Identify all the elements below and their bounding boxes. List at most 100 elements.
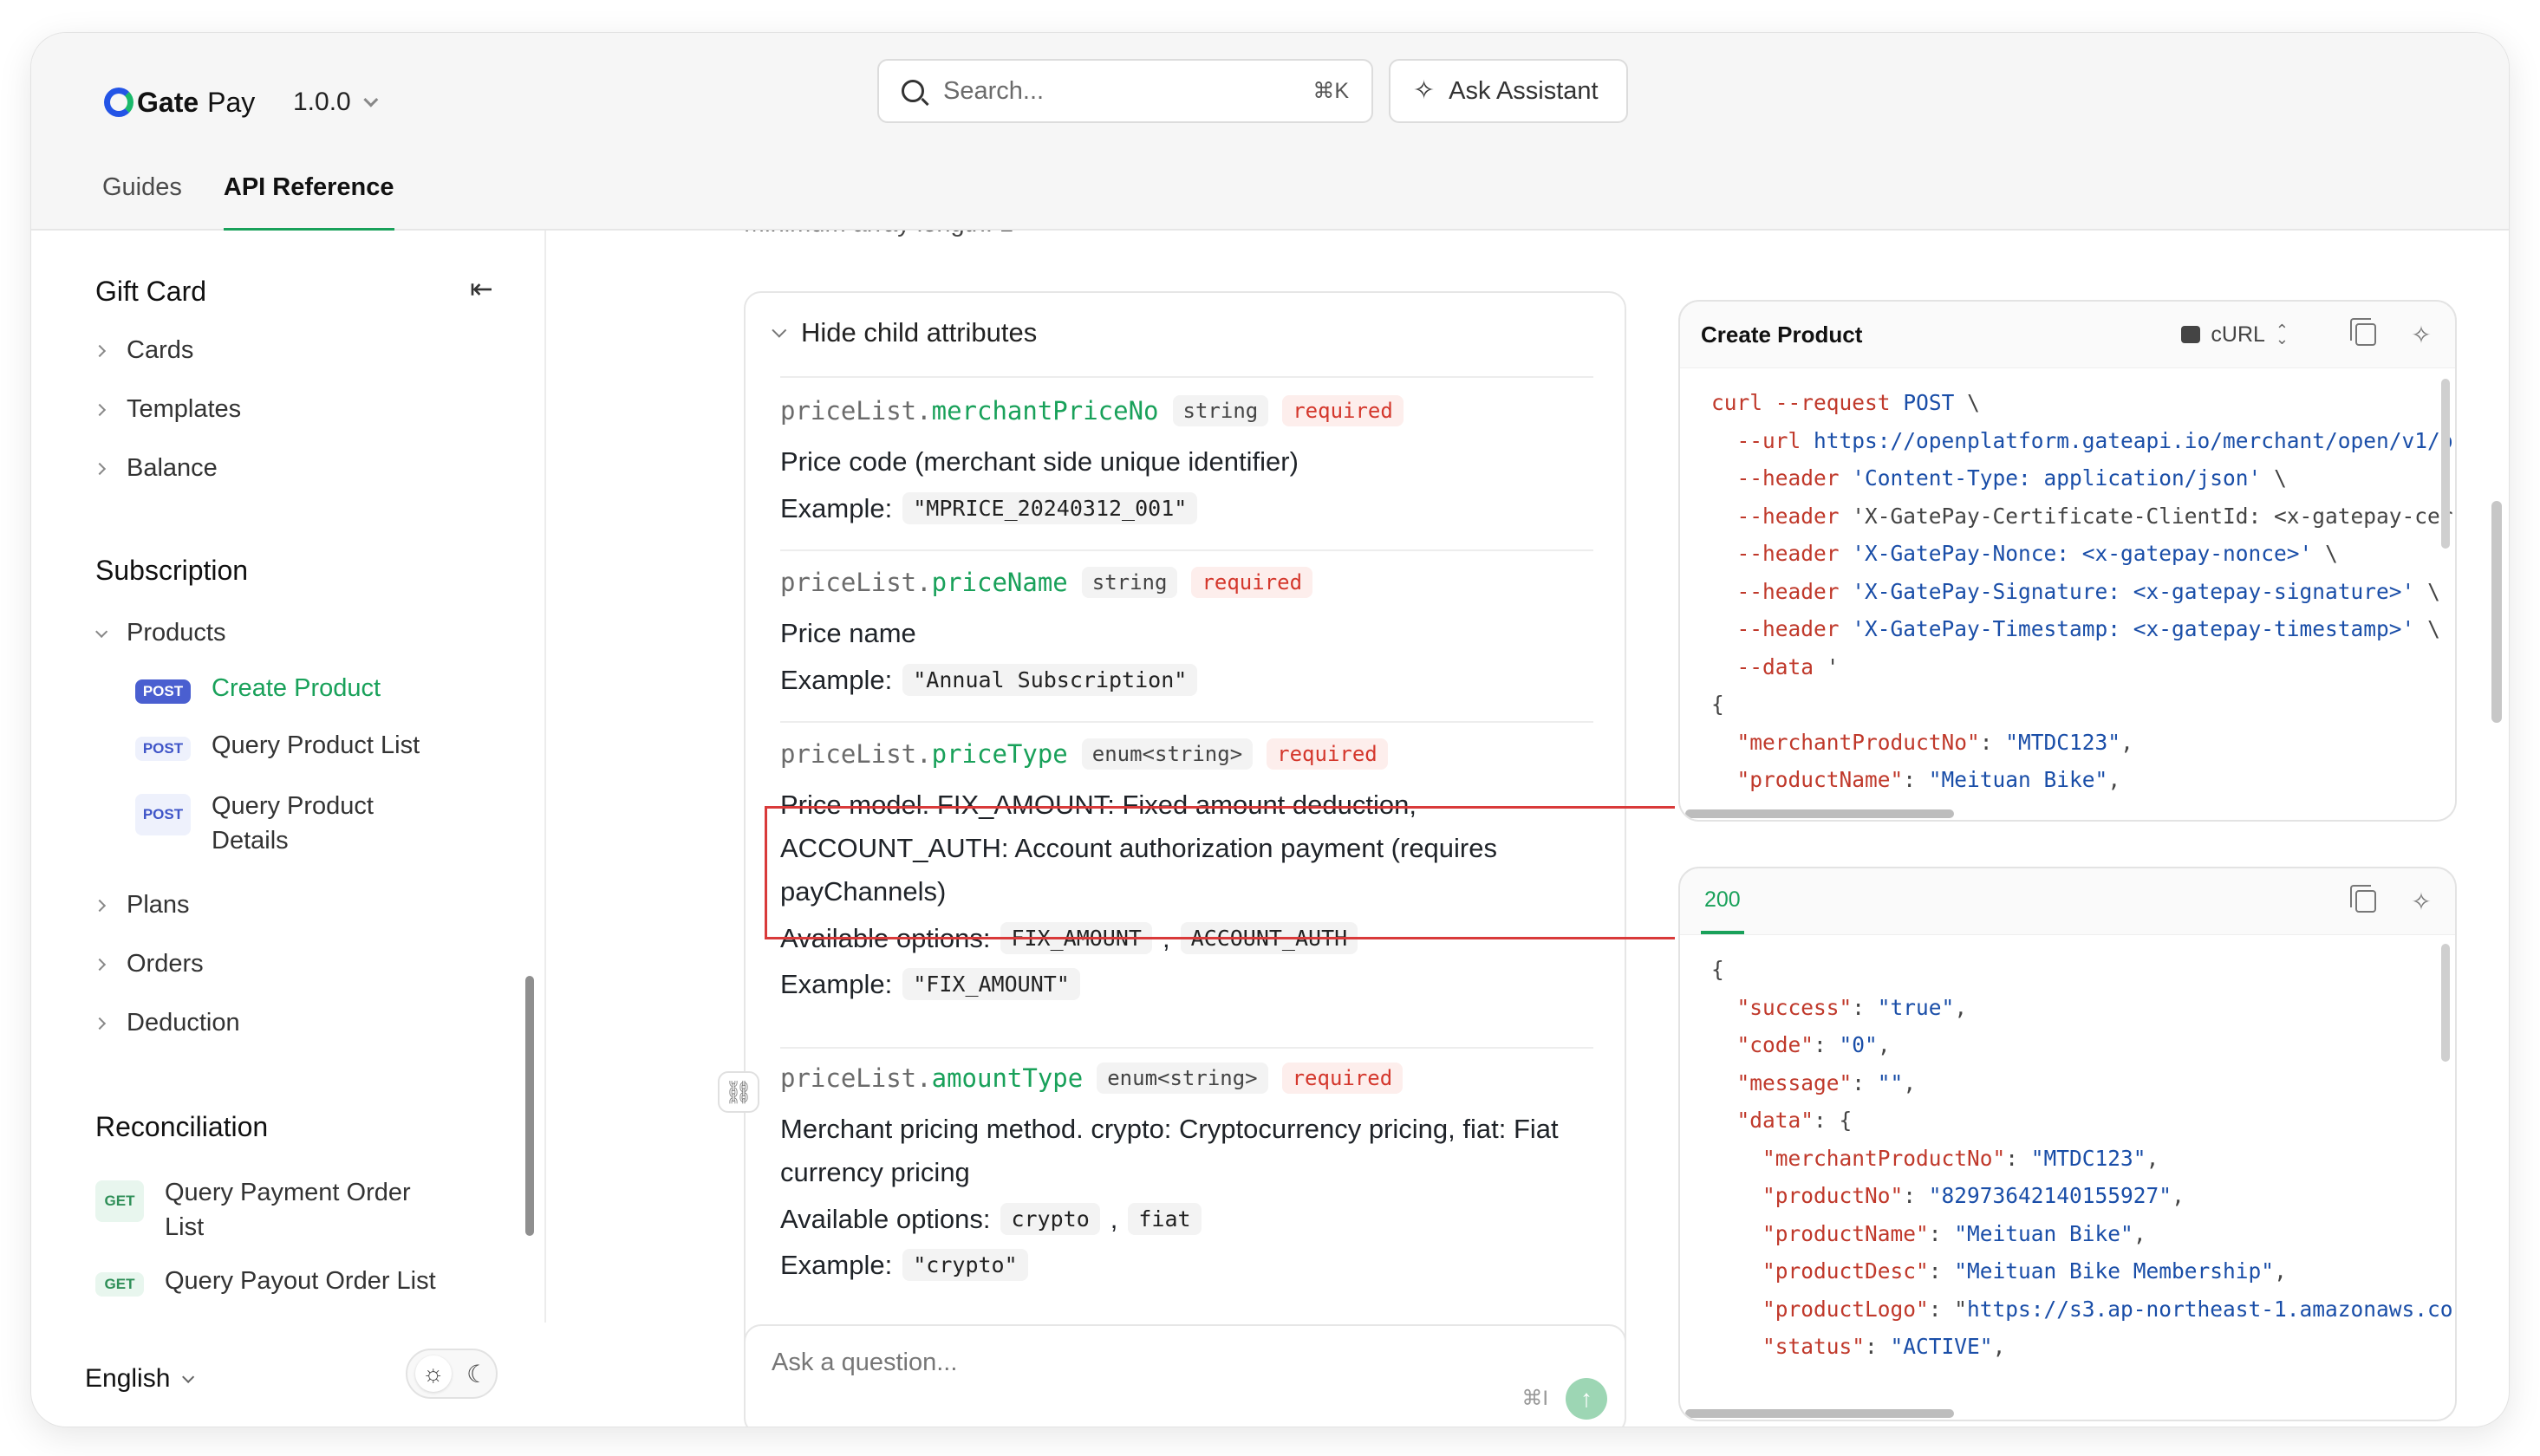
sidebar-item-label: Query Product List <box>212 731 420 759</box>
required-badge: required <box>1191 567 1313 598</box>
sidebar-item-label: Orders <box>127 950 204 978</box>
method-badge: GET <box>95 1272 144 1297</box>
divider <box>780 376 1593 378</box>
sidebar-item-orders[interactable]: Orders <box>93 950 204 978</box>
vertical-scrollbar[interactable] <box>2441 944 2450 1062</box>
sidebar-item-query-payout-order-list[interactable]: GET Query Payout Order List <box>95 1267 511 1297</box>
search-shortcut: ⌘K <box>1312 79 1349 103</box>
sidebar: Gift Card ⇤ Cards Templates Balance Subs… <box>31 231 546 1323</box>
search-icon <box>902 80 924 102</box>
response-panel-header: 200 ✧ <box>1680 868 2455 934</box>
sparkle-icon[interactable]: ✧ <box>2408 888 2434 915</box>
code-line: "status": "ACTIVE", <box>1762 1334 2006 1359</box>
search-input[interactable]: Search... ⌘K <box>877 59 1373 123</box>
horizontal-scrollbar[interactable] <box>1685 1409 1954 1418</box>
response-code-block[interactable]: { "success": "true", "code": "0", "messa… <box>1680 934 2455 1420</box>
method-badge: POST <box>135 679 191 704</box>
sidebar-item-balance[interactable]: Balance <box>93 454 218 483</box>
method-badge: POST <box>135 794 191 835</box>
sidebar-item-query-payment-order-list[interactable]: GET Query Payment Order List <box>95 1175 477 1245</box>
collapse-sidebar-icon[interactable]: ⇤ <box>470 272 493 305</box>
example-row: Example: "Annual Subscription" <box>780 664 1595 696</box>
sidebar-item-products[interactable]: Products <box>95 619 225 647</box>
code-line: "productName": "Meituan Bike", <box>1762 1220 2146 1246</box>
page-scrollbar[interactable] <box>2491 501 2502 723</box>
language-selector[interactable]: English <box>85 1364 195 1394</box>
property-description: Merchant pricing method. crypto: Cryptoc… <box>780 1114 1559 1187</box>
top-header: Gate Pay 1.0.0 Search... ⌘K ✧ Ask Assist… <box>31 33 2509 231</box>
version-label: 1.0.0 <box>293 88 351 116</box>
example-label: Example: <box>780 664 893 695</box>
language-dropdown[interactable]: cURL ⌃ ⌄ <box>2181 322 2289 348</box>
theme-toggle[interactable]: ☼ ☾ <box>406 1349 498 1399</box>
code-line: { <box>1711 957 1724 982</box>
sun-icon[interactable]: ☼ <box>414 1355 452 1392</box>
chevron-down-icon <box>363 92 379 107</box>
sidebar-item-deduction[interactable]: Deduction <box>93 1009 240 1037</box>
response-code-lines: { "success": "true", "code": "0", "messa… <box>1711 951 2453 1366</box>
gatepay-logo[interactable]: Gate Pay <box>104 76 255 128</box>
hide-child-label: Hide child attributes <box>801 317 1038 348</box>
options-label: Available options: <box>780 1203 991 1234</box>
sidebar-item-label: Deduction <box>127 1009 240 1037</box>
divider <box>780 1047 1593 1049</box>
sidebar-item-plans[interactable]: Plans <box>93 891 190 920</box>
min-array-length-text: Minimum array length: 1 <box>744 231 1013 238</box>
sidebar-item-create-product[interactable]: POST Create Product <box>135 674 482 704</box>
sparkle-icon[interactable]: ✧ <box>2408 322 2434 348</box>
terminal-icon <box>2181 326 2201 343</box>
code-line: --header 'Content-Type: application/json… <box>1736 465 2287 491</box>
ask-assistant-button[interactable]: ✧ Ask Assistant <box>1389 59 1628 123</box>
response-code-panel: 200 ✧ { "success": "true", "code": "0", … <box>1678 867 2457 1421</box>
divider <box>780 549 1593 551</box>
property-name: priceList.merchantPriceNo <box>780 396 1159 426</box>
sidebar-scrollbar[interactable] <box>525 976 534 1236</box>
section-reconciliation: Reconciliation <box>95 1111 269 1142</box>
language-dropdown-label: cURL <box>2211 322 2265 347</box>
gate-logo-icon <box>104 88 134 117</box>
required-badge: required <box>1267 738 1388 770</box>
highlight-box <box>765 806 1675 939</box>
chevron-right-icon <box>93 462 107 475</box>
link-icon[interactable]: ⛓ <box>718 1071 759 1113</box>
code-line: "code": "0", <box>1736 1032 1891 1057</box>
version-selector[interactable]: 1.0.0 <box>293 78 379 127</box>
ask-question-input[interactable]: Ask a question... ⌘I ↑ <box>744 1324 1626 1427</box>
copy-icon[interactable] <box>2350 885 2379 914</box>
code-line: "productLogo": "https://s3.ap-northeast-… <box>1762 1296 2453 1322</box>
code-line: --header 'X-GatePay-Certificate-ClientId… <box>1736 503 2453 529</box>
sidebar-item-query-product-details[interactable]: POST Query Product Details <box>135 789 482 858</box>
tab-guides[interactable]: Guides <box>102 163 182 231</box>
copy-icon[interactable] <box>2350 318 2379 348</box>
hide-child-attributes-toggle[interactable]: Hide child attributes <box>772 317 1037 348</box>
moon-icon[interactable]: ☾ <box>466 1360 488 1388</box>
sidebar-item-cards[interactable]: Cards <box>93 336 193 365</box>
status-tab-200[interactable]: 200 <box>1701 868 1744 934</box>
code-line: "merchantProductNo": "MTDC123", <box>1736 729 2133 755</box>
request-title: Create Product <box>1701 321 1863 348</box>
example-value: "Annual Subscription" <box>902 664 1198 696</box>
example-row: Example: "MPRICE_20240312_001" <box>780 492 1595 524</box>
chevron-right-icon <box>93 899 107 912</box>
horizontal-scrollbar[interactable] <box>1685 809 1954 818</box>
option-value: crypto <box>1000 1203 1100 1235</box>
sidebar-item-label: Templates <box>127 395 242 423</box>
sidebar-item-label: Create Product <box>212 674 381 702</box>
property-merchant-price-no: priceList.merchantPriceNo string require… <box>780 395 1595 524</box>
send-arrow-icon[interactable]: ↑ <box>1566 1378 1607 1420</box>
example-value: "MPRICE_20240312_001" <box>902 492 1198 524</box>
code-line: --header 'X-GatePay-Timestamp: <x-gatepa… <box>1736 616 2440 641</box>
type-badge: string <box>1081 567 1178 598</box>
vertical-scrollbar[interactable] <box>2441 379 2450 549</box>
logo-secondary: Pay <box>207 86 256 118</box>
example-label: Example: <box>780 492 893 523</box>
ask-assistant-label: Ask Assistant <box>1449 76 1599 105</box>
example-label: Example: <box>780 968 893 999</box>
example-value: "FIX_AMOUNT" <box>902 968 1080 1000</box>
sidebar-item-templates[interactable]: Templates <box>93 395 242 424</box>
code-line: { <box>1711 692 1724 717</box>
request-code-block[interactable]: curl --request POST \ --url https://open… <box>1680 367 2455 820</box>
tab-api-reference[interactable]: API Reference <box>223 163 394 231</box>
sidebar-item-label: Products <box>127 619 226 647</box>
sidebar-item-query-product-list[interactable]: POST Query Product List <box>135 731 482 761</box>
